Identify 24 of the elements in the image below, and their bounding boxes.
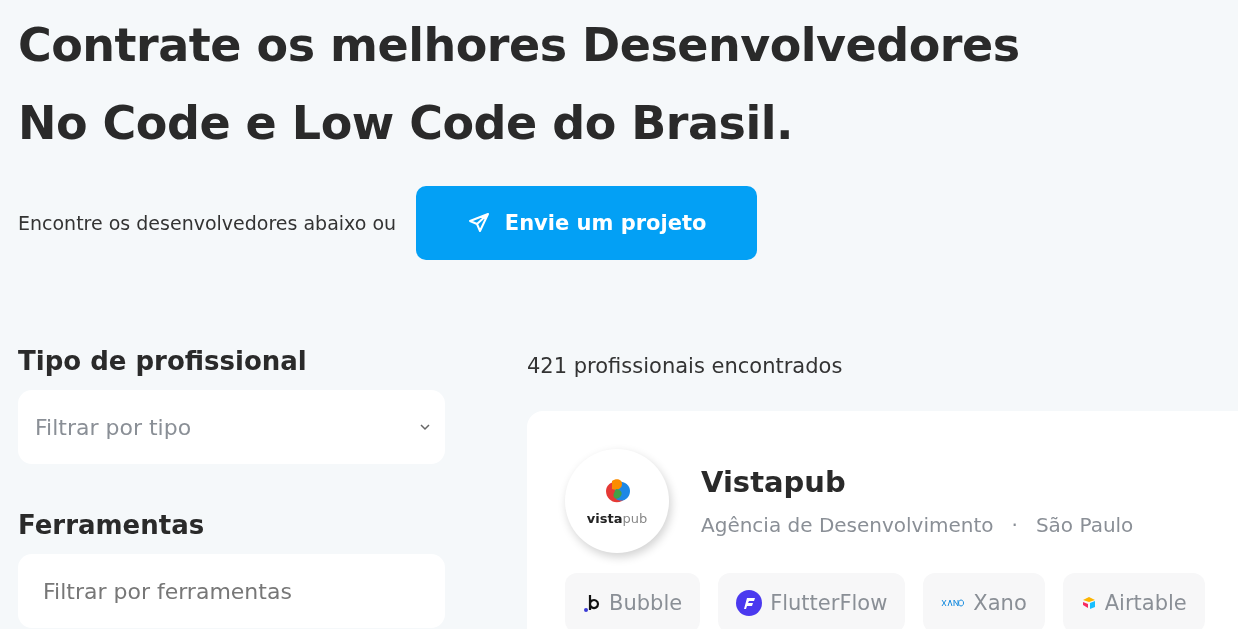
tools-input-field[interactable]: Filtrar por ferramentas xyxy=(18,554,445,628)
page-heading: No Code e Low Code do Brasil. xyxy=(18,95,793,152)
tool-tag: Airtable xyxy=(1062,573,1205,629)
company-name: Vistapub xyxy=(701,465,847,499)
tool-tag: Bubble xyxy=(565,573,701,629)
results-count: 421 profissionais encontrados xyxy=(527,354,844,378)
chevron-down-icon xyxy=(419,423,431,431)
company-logo: vistapub xyxy=(565,449,669,553)
company-city: São Paulo xyxy=(1035,513,1134,537)
send-project-button[interactable]: Envie um projeto xyxy=(416,186,758,260)
page-heading: Contrate os melhores Desenvolvedores xyxy=(18,17,1020,74)
filter-title: Tipo de profissional xyxy=(18,346,308,376)
flag-logo-icon xyxy=(736,590,763,616)
type-select[interactable]: Filtrar por tipo xyxy=(18,390,445,464)
intro-text: Encontre os desenvolvedores abaixo ou xyxy=(18,212,397,234)
letter-b-icon xyxy=(583,593,601,613)
xano-logo-icon xyxy=(941,599,966,607)
airtable-logo-icon xyxy=(1080,596,1097,610)
tool-tag: FlutterFlow xyxy=(718,573,906,629)
filter-title: Ferramentas xyxy=(18,510,206,540)
separator-dot: · xyxy=(1011,513,1018,537)
paper-plane-icon xyxy=(466,211,491,235)
tool-tag: Xano xyxy=(923,573,1045,629)
company-type: Agência de Desenvolvimento xyxy=(701,513,994,537)
